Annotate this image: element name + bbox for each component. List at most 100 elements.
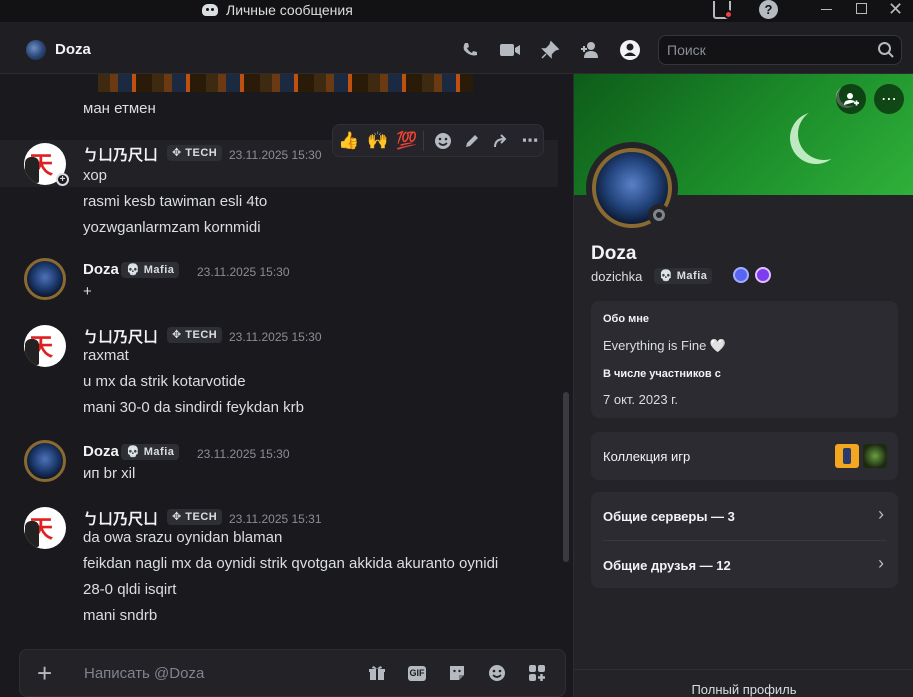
- tag-icon: ✥: [172, 329, 182, 341]
- message-input[interactable]: [84, 665, 364, 682]
- upload-plus-button[interactable]: +: [37, 660, 52, 686]
- doza-avatar[interactable]: [24, 258, 66, 300]
- game-collection-label: Коллекция игр: [603, 449, 691, 464]
- about-card: Обо мне Everything is Fine 🤍 В числе уча…: [591, 301, 898, 418]
- message-author[interactable]: ㄅㄩ乃尺ㄩ: [83, 508, 158, 529]
- discord-logo-icon: [202, 4, 218, 16]
- forward-icon[interactable]: [488, 128, 514, 154]
- apps-icon[interactable]: [527, 663, 547, 683]
- reaction-hundred[interactable]: 💯: [394, 128, 420, 154]
- message-timestamp: 23.11.2025 15:30: [229, 330, 322, 344]
- profile-display-name: Doza: [591, 243, 637, 264]
- divider: [603, 540, 886, 541]
- guild-tag[interactable]: 💀 Mafia: [121, 444, 180, 460]
- maximize-button[interactable]: [856, 3, 867, 14]
- message-author[interactable]: Doza: [83, 261, 119, 278]
- dm-header: Doza: [0, 22, 913, 74]
- subra-avatar[interactable]: 天: [24, 325, 66, 367]
- pin-icon[interactable]: [539, 39, 561, 61]
- tag-label: TECH: [185, 147, 218, 159]
- reaction-raised-hands[interactable]: 🙌: [365, 128, 391, 154]
- add-friend-icon[interactable]: [836, 84, 866, 114]
- message-line: yozwganlarmzam kornmidi: [83, 219, 261, 236]
- header-username[interactable]: Doza: [55, 41, 91, 58]
- search-icon: [877, 41, 895, 63]
- guild-tag[interactable]: 💀 Mafia: [121, 262, 180, 278]
- mutual-friends-row[interactable]: Общие друзья — 12: [603, 558, 731, 573]
- message-timestamp: 23.11.2025 15:31: [229, 512, 322, 526]
- user-profile-panel: ⋯ Doza dozichka 💀 Mafia Обо мне Everythi…: [573, 74, 913, 697]
- tag-label: Mafia: [143, 446, 175, 458]
- video-call-icon[interactable]: [499, 39, 521, 61]
- message-timestamp: 23.11.2025 15:30: [229, 148, 322, 162]
- sticker-icon[interactable]: [447, 663, 467, 683]
- message-line: ип br xil: [83, 465, 136, 482]
- more-options-icon[interactable]: ⋯: [517, 128, 543, 154]
- message-line: rasmi kesb tawiman esli 4to: [83, 193, 268, 210]
- title-bar: Личные сообщения ? ✕: [0, 0, 913, 22]
- user-profile-toggle-icon[interactable]: [619, 39, 641, 61]
- add-friends-to-dm-icon[interactable]: [579, 39, 601, 61]
- header-avatar[interactable]: [26, 40, 46, 60]
- window-title: Личные сообщения: [226, 2, 353, 18]
- guild-tag[interactable]: ✥ TECH: [167, 509, 223, 525]
- close-window-button[interactable]: ✕: [888, 0, 903, 20]
- inbox-unread-dot: [724, 10, 733, 19]
- search-input[interactable]: [667, 41, 867, 59]
- message-actions-toolbar: 👍 🙌 💯 ⋯: [332, 124, 544, 157]
- guild-tag[interactable]: ✥ TECH: [167, 145, 223, 161]
- about-text: Everything is Fine 🤍: [603, 338, 727, 353]
- nitro-badge-icon[interactable]: [755, 267, 771, 283]
- subra-avatar[interactable]: 天: [24, 507, 66, 549]
- chevron-right-icon: ›: [878, 504, 884, 524]
- gift-icon[interactable]: [367, 663, 387, 683]
- hypesquad-badge-icon[interactable]: [733, 267, 749, 283]
- message-composer: + GIF: [19, 649, 566, 697]
- offline-status-icon: [648, 204, 670, 226]
- message-line: ман етмен: [83, 100, 156, 117]
- game-collection-card[interactable]: Коллекция игр: [591, 432, 898, 480]
- message-timestamp: 23.11.2025 15:30: [197, 265, 290, 279]
- emoji-icon[interactable]: [487, 663, 507, 683]
- about-heading: Обо мне: [603, 313, 650, 325]
- mutual-servers-row[interactable]: Общие серверы — 3: [603, 509, 735, 524]
- minimize-button[interactable]: [821, 9, 832, 10]
- message-timestamp: 23.11.2025 15:30: [197, 447, 290, 461]
- attachment-image-preview[interactable]: [98, 74, 473, 92]
- add-reaction-icon[interactable]: [430, 128, 456, 154]
- reaction-thumbs-up[interactable]: 👍: [336, 128, 362, 154]
- counter-strike-icon: [835, 444, 859, 468]
- tag-label: TECH: [185, 329, 218, 341]
- profile-username[interactable]: dozichka: [591, 269, 642, 284]
- chevron-right-icon: ›: [878, 553, 884, 573]
- more-options-icon[interactable]: ⋯: [874, 84, 904, 114]
- edit-pencil-icon[interactable]: [459, 128, 485, 154]
- gif-button[interactable]: GIF: [407, 663, 427, 683]
- tag-label: TECH: [185, 511, 218, 523]
- search-box[interactable]: [658, 35, 902, 65]
- message-line: mani 30-0 da sindirdi feykdan krb: [83, 399, 304, 416]
- status-ring: [653, 209, 665, 221]
- toolbar-divider: [423, 130, 424, 151]
- doza-avatar[interactable]: [24, 440, 66, 482]
- message-line: raxmat: [83, 347, 129, 364]
- member-since-date: 7 окт. 2023 г.: [603, 392, 678, 407]
- view-full-profile-link[interactable]: Полный профиль: [574, 669, 913, 697]
- avatar-figure-icon: [25, 157, 39, 183]
- message-author[interactable]: ㄅㄩ乃尺ㄩ: [83, 326, 158, 347]
- message-line: da owa srazu oynidan blaman: [83, 529, 283, 546]
- message-author[interactable]: Doza: [83, 443, 119, 460]
- avatar-figure-icon: [25, 339, 39, 365]
- message-line: +: [83, 283, 92, 300]
- tag-icon: 💀: [126, 264, 141, 276]
- profile-guild-tag[interactable]: 💀 Mafia: [654, 268, 713, 284]
- gif-label: GIF: [408, 665, 426, 681]
- message-author[interactable]: ㄅㄩ乃尺ㄩ: [83, 144, 158, 165]
- help-icon[interactable]: ?: [759, 0, 778, 19]
- banner-moon-graphic: [798, 108, 850, 160]
- message-line: 28-0 qldi isqirt: [83, 581, 177, 598]
- chat-scrollbar[interactable]: [563, 392, 569, 562]
- guild-tag[interactable]: ✥ TECH: [167, 327, 223, 343]
- voice-call-icon[interactable]: [459, 39, 481, 61]
- tag-label: Mafia: [143, 264, 175, 276]
